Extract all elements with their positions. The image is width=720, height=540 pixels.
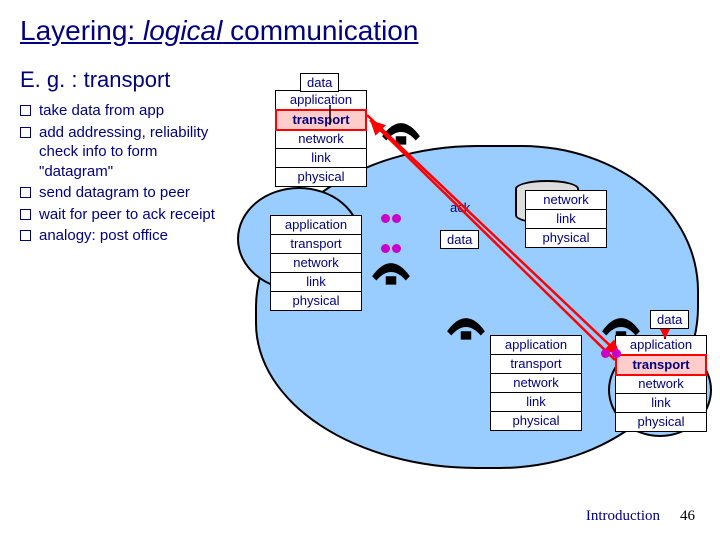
bullet-list: take data from app add addressing, relia… <box>20 101 235 246</box>
host-stack-left: application transport network link physi… <box>270 215 362 311</box>
router-stack: network link physical <box>525 190 607 248</box>
data-label: data <box>300 73 339 92</box>
subtitle: E. g. : transport <box>20 67 235 93</box>
bullet-text: send datagram to peer <box>39 183 190 203</box>
phone-icon <box>380 115 422 147</box>
phone-icon <box>370 255 412 287</box>
slide-footer: Introduction46 <box>586 508 695 525</box>
ack-label: ack <box>450 200 470 215</box>
slide-title: Layering: logical communication <box>20 15 700 47</box>
data-label: data <box>650 310 689 329</box>
bullet-text: analogy: post office <box>39 226 168 246</box>
bullet-text: take data from app <box>39 101 164 121</box>
host-stack-bottom-left: application transport network link physi… <box>490 335 582 431</box>
phone-icon <box>445 310 487 342</box>
bullet-text: wait for peer to ack receipt <box>39 205 215 225</box>
host-stack-bottom-right: application transport network link physi… <box>615 335 707 432</box>
bullet-text: add addressing, reliability check info t… <box>39 123 235 182</box>
data-label: data <box>440 230 479 249</box>
host-stack-top: application transport network link physi… <box>275 90 367 187</box>
network-diagram: data application transport network link … <box>245 85 705 485</box>
